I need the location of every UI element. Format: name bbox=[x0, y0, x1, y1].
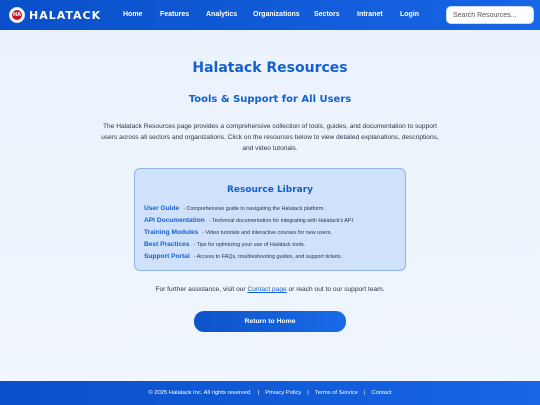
library-link-api-documentation[interactable]: API Documentation bbox=[144, 217, 205, 224]
logo-mark: HA bbox=[12, 10, 22, 20]
nav-link-organizations[interactable]: Organizations bbox=[253, 0, 300, 30]
nav-link-features[interactable]: Features bbox=[160, 0, 189, 30]
library-item-desc: - Access to FAQs, troubleshooting guides… bbox=[193, 254, 343, 260]
brand[interactable]: HA HALATACK bbox=[9, 7, 101, 23]
nav-link-intranet[interactable]: Intranet bbox=[357, 0, 383, 30]
footer-link-contact[interactable]: Contact bbox=[372, 390, 392, 396]
library-title: Resource Library bbox=[226, 185, 314, 195]
library-link-user-guide[interactable]: User Guide bbox=[144, 205, 179, 212]
contact-page-link[interactable]: Contact page bbox=[247, 286, 286, 293]
footer-link-terms-of-service[interactable]: Terms of Service bbox=[315, 390, 358, 396]
footer-separator: | bbox=[257, 390, 260, 396]
library-item-desc: - Video tutorials and interactive course… bbox=[202, 230, 332, 236]
library-link-best-practices[interactable]: Best Practices bbox=[144, 241, 189, 248]
top-navbar: HA HALATACK Home Features Analytics Orga… bbox=[0, 0, 540, 30]
intro-paragraph: The Halatack Resources page provides a c… bbox=[101, 123, 439, 152]
library-item-desc: - Tips for optimizing your use of Halata… bbox=[193, 242, 306, 248]
nav-link-home[interactable]: Home bbox=[123, 0, 142, 30]
footer-link-privacy-policy[interactable]: Privacy Policy bbox=[265, 390, 301, 396]
library-link-training-modules[interactable]: Training Modules bbox=[144, 229, 198, 236]
page-subtitle: Tools & Support for All Users bbox=[188, 94, 352, 105]
footer: © 2025 Halatack Inc. All rights reserved… bbox=[0, 381, 540, 405]
footer-separator: | bbox=[307, 390, 309, 396]
library-item-desc: - Technical documentation for integratin… bbox=[208, 218, 355, 224]
library-link-support-portal[interactable]: Support Portal bbox=[144, 253, 190, 260]
return-home-button[interactable]: Return to Home bbox=[194, 311, 346, 332]
nav-link-login[interactable]: Login bbox=[400, 0, 419, 30]
assist-text-before: For further assistance, visit our bbox=[155, 286, 248, 293]
library-item: Training Modules - Video tutorials and in… bbox=[144, 225, 332, 236]
nav-link-analytics[interactable]: Analytics bbox=[206, 0, 237, 30]
search-box[interactable] bbox=[446, 6, 534, 24]
resource-library-panel: Resource Library User Guide - Comprehensi… bbox=[134, 168, 406, 271]
library-item: Best Practices - Tips for optimizing your… bbox=[144, 237, 306, 248]
library-item-desc: - Comprehensive guide to navigating the … bbox=[183, 206, 325, 212]
footer-separator: | bbox=[363, 390, 366, 396]
assistance-text: For further assistance, visit our Contac… bbox=[0, 286, 540, 293]
library-item: Support Portal - Access to FAQs, troubles… bbox=[144, 249, 343, 260]
footer-copyright: © 2025 Halatack Inc. All rights reserved… bbox=[148, 390, 252, 396]
search-input[interactable] bbox=[453, 11, 533, 19]
nav-link-sectors[interactable]: Sectors bbox=[314, 0, 340, 30]
library-item: User Guide - Comprehensive guide to navig… bbox=[144, 201, 325, 212]
brand-name: HALATACK bbox=[29, 8, 102, 22]
shield-logo-icon: HA bbox=[9, 7, 25, 23]
page-title: Halatack Resources bbox=[192, 60, 348, 76]
library-item: API Documentation - Technical documentati… bbox=[144, 213, 355, 224]
assist-text-after: or reach out to our support team. bbox=[286, 286, 385, 293]
